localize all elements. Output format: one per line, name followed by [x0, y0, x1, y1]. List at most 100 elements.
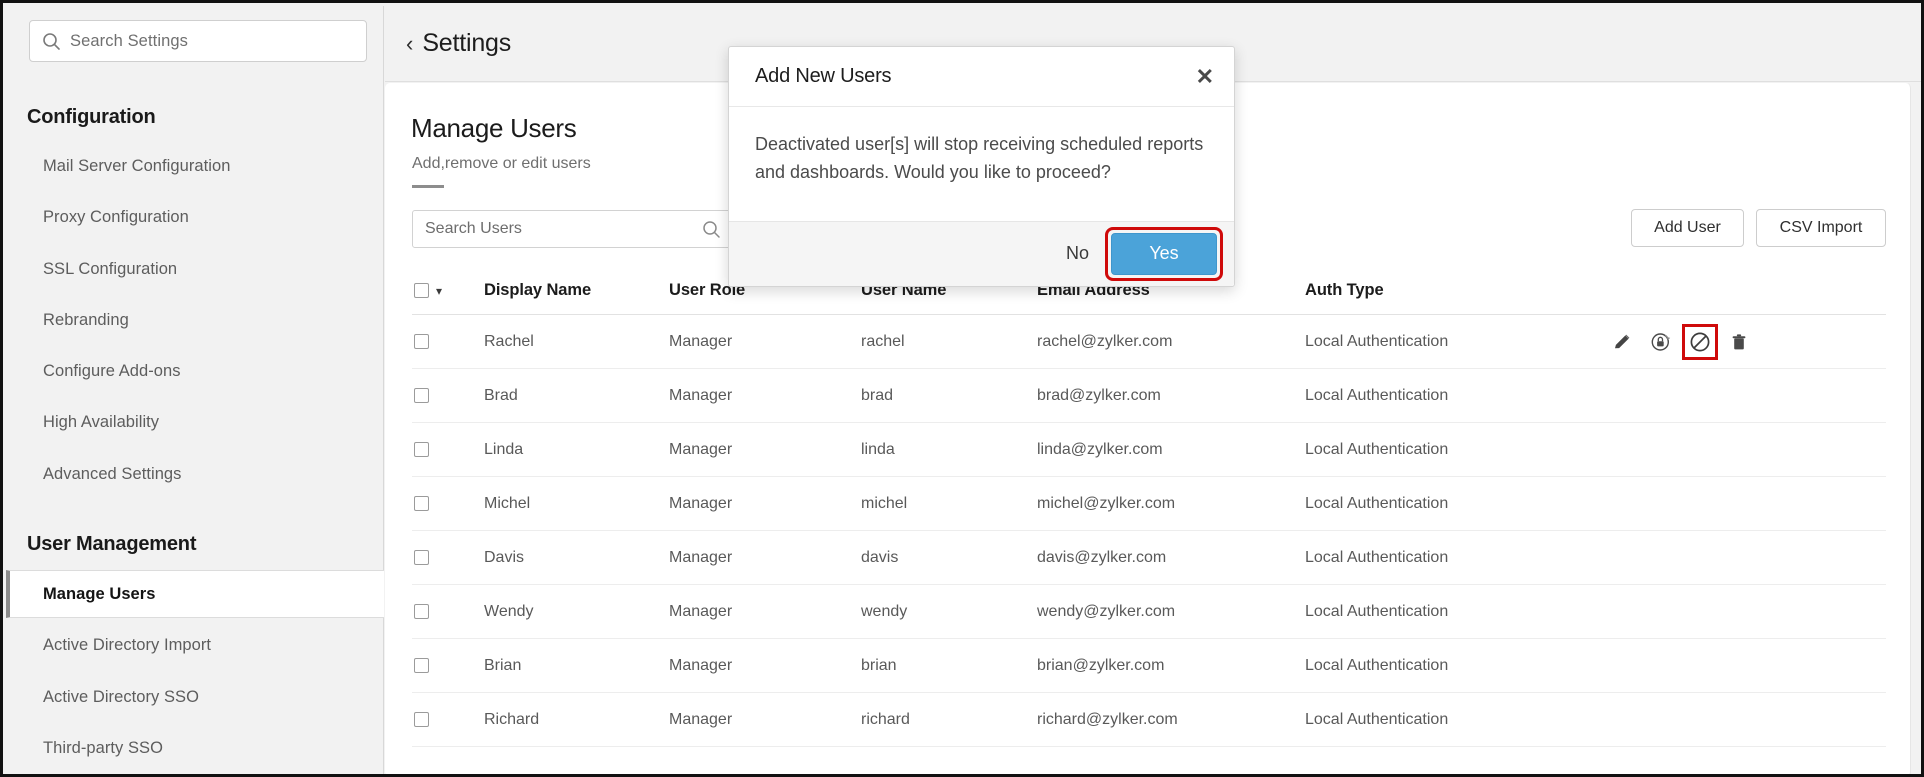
sidebar-item-label: Mail Server Configuration [43, 157, 230, 176]
row-select-cell[interactable] [412, 496, 484, 511]
row-select-cell[interactable] [412, 388, 484, 403]
table-row[interactable]: Wendy Manager wendy wendy@zylker.com Loc… [412, 585, 1886, 639]
cell-display-name: Davis [484, 549, 669, 567]
search-settings-input[interactable]: Search Settings [29, 20, 367, 62]
lock-reset-icon [1651, 332, 1671, 352]
cell-user-name: linda [861, 441, 1037, 459]
cell-display-name: Brad [484, 387, 669, 405]
row-checkbox[interactable] [414, 334, 429, 349]
chevron-down-icon[interactable]: ▾ [436, 285, 442, 297]
cell-user-role: Manager [669, 495, 861, 513]
row-checkbox[interactable] [414, 550, 429, 565]
sidebar-item-mail-server-configuration[interactable]: Mail Server Configuration [6, 146, 384, 186]
cell-email: rachel@zylker.com [1037, 333, 1305, 351]
cell-email: brad@zylker.com [1037, 387, 1305, 405]
row-select-cell[interactable] [412, 604, 484, 619]
edit-user-button[interactable] [1609, 329, 1635, 355]
column-header-display-name[interactable]: Display Name [484, 281, 669, 300]
row-select-cell[interactable] [412, 334, 484, 349]
table-row[interactable]: Richard Manager richard richard@zylker.c… [412, 693, 1886, 747]
sidebar-item-proxy-configuration[interactable]: Proxy Configuration [6, 197, 384, 237]
cell-auth-type: Local Authentication [1305, 333, 1605, 351]
dialog-footer: No Yes [729, 221, 1234, 286]
select-all-cell[interactable]: ▾ [412, 283, 484, 298]
no-entry-icon [1689, 331, 1711, 353]
select-all-checkbox[interactable] [414, 283, 429, 298]
sidebar-item-high-availability[interactable]: High Availability [6, 402, 384, 442]
cell-user-role: Manager [669, 441, 861, 459]
no-button[interactable]: No [1066, 243, 1111, 264]
sidebar-item-ssl-configuration[interactable]: SSL Configuration [6, 249, 384, 289]
row-checkbox[interactable] [414, 496, 429, 511]
sidebar-item-rebranding[interactable]: Rebranding [6, 300, 384, 340]
cell-email: brian@zylker.com [1037, 657, 1305, 675]
table-row[interactable]: Brian Manager brian brian@zylker.com Loc… [412, 639, 1886, 693]
cell-auth-type: Local Authentication [1305, 387, 1605, 405]
cell-email: wendy@zylker.com [1037, 603, 1305, 621]
cell-auth-type: Local Authentication [1305, 657, 1605, 675]
sidebar-item-advanced-settings[interactable]: Advanced Settings [6, 454, 384, 494]
cell-user-name: brian [861, 657, 1037, 675]
table-row[interactable]: Rachel Manager rachel rachel@zylker.com … [412, 315, 1886, 369]
yes-button[interactable]: Yes [1111, 233, 1217, 275]
row-checkbox[interactable] [414, 388, 429, 403]
sidebar-item-label: Proxy Configuration [43, 208, 189, 227]
cell-auth-type: Local Authentication [1305, 441, 1605, 459]
table-row[interactable]: Michel Manager michel michel@zylker.com … [412, 477, 1886, 531]
table-row[interactable]: Brad Manager brad brad@zylker.com Local … [412, 369, 1886, 423]
sidebar-group-user-management: User Management [27, 533, 196, 556]
sidebar-item-label: Active Directory SSO [43, 688, 199, 707]
sidebar-group-configuration: Configuration [27, 106, 155, 129]
page-title: Settings [422, 29, 511, 58]
row-checkbox[interactable] [414, 712, 429, 727]
yes-button-highlight: Yes [1111, 233, 1217, 275]
cell-user-name: michel [861, 495, 1037, 513]
sidebar-item-label: Rebranding [43, 311, 129, 330]
deactivate-user-button[interactable] [1687, 329, 1713, 355]
column-header-auth-type[interactable]: Auth Type [1305, 281, 1605, 300]
sidebar-item-third-party-sso[interactable]: Third-party SSO [6, 728, 384, 768]
sidebar-item-active-directory-import[interactable]: Active Directory Import [6, 625, 384, 665]
heading-underline [412, 185, 444, 188]
add-user-button[interactable]: Add User [1631, 209, 1744, 247]
trash-icon [1729, 332, 1749, 352]
row-checkbox[interactable] [414, 604, 429, 619]
dialog-header: Add New Users ✕ [729, 47, 1234, 107]
sidebar-item-label: Active Directory Import [43, 636, 211, 655]
sidebar-item-label: Manage Users [43, 585, 155, 604]
sidebar-item-manage-users[interactable]: Manage Users [6, 570, 384, 618]
row-select-cell[interactable] [412, 442, 484, 457]
cell-user-name: brad [861, 387, 1037, 405]
sidebar-item-configure-add-ons[interactable]: Configure Add-ons [6, 351, 384, 391]
close-icon[interactable]: ✕ [1196, 66, 1214, 88]
dialog-title: Add New Users [755, 65, 891, 88]
row-select-cell[interactable] [412, 712, 484, 727]
sidebar-item-active-directory-sso[interactable]: Active Directory SSO [6, 677, 384, 717]
csv-import-button[interactable]: CSV Import [1756, 209, 1886, 247]
sidebar-item-label: High Availability [43, 413, 159, 432]
delete-user-button[interactable] [1726, 329, 1752, 355]
cell-user-role: Manager [669, 657, 861, 675]
reset-password-button[interactable] [1648, 329, 1674, 355]
cell-user-role: Manager [669, 603, 861, 621]
row-select-cell[interactable] [412, 658, 484, 673]
cell-user-name: rachel [861, 333, 1037, 351]
chevron-left-icon[interactable]: ‹ [406, 33, 413, 55]
add-new-users-dialog: Add New Users ✕ Deactivated user[s] will… [728, 46, 1235, 287]
row-checkbox[interactable] [414, 442, 429, 457]
cell-user-name: richard [861, 711, 1037, 729]
table-row[interactable]: Linda Manager linda linda@zylker.com Loc… [412, 423, 1886, 477]
cell-actions [1605, 329, 1886, 355]
cell-email: michel@zylker.com [1037, 495, 1305, 513]
row-checkbox[interactable] [414, 658, 429, 673]
row-select-cell[interactable] [412, 550, 484, 565]
cell-user-role: Manager [669, 387, 861, 405]
cell-display-name: Richard [484, 711, 669, 729]
row-action-group [1605, 329, 1752, 355]
cell-auth-type: Local Authentication [1305, 711, 1605, 729]
cell-user-role: Manager [669, 711, 861, 729]
search-users-input[interactable]: Search Users [412, 210, 732, 248]
sidebar-item-label: Third-party SSO [43, 739, 163, 758]
table-row[interactable]: Davis Manager davis davis@zylker.com Loc… [412, 531, 1886, 585]
cell-display-name: Rachel [484, 333, 669, 351]
